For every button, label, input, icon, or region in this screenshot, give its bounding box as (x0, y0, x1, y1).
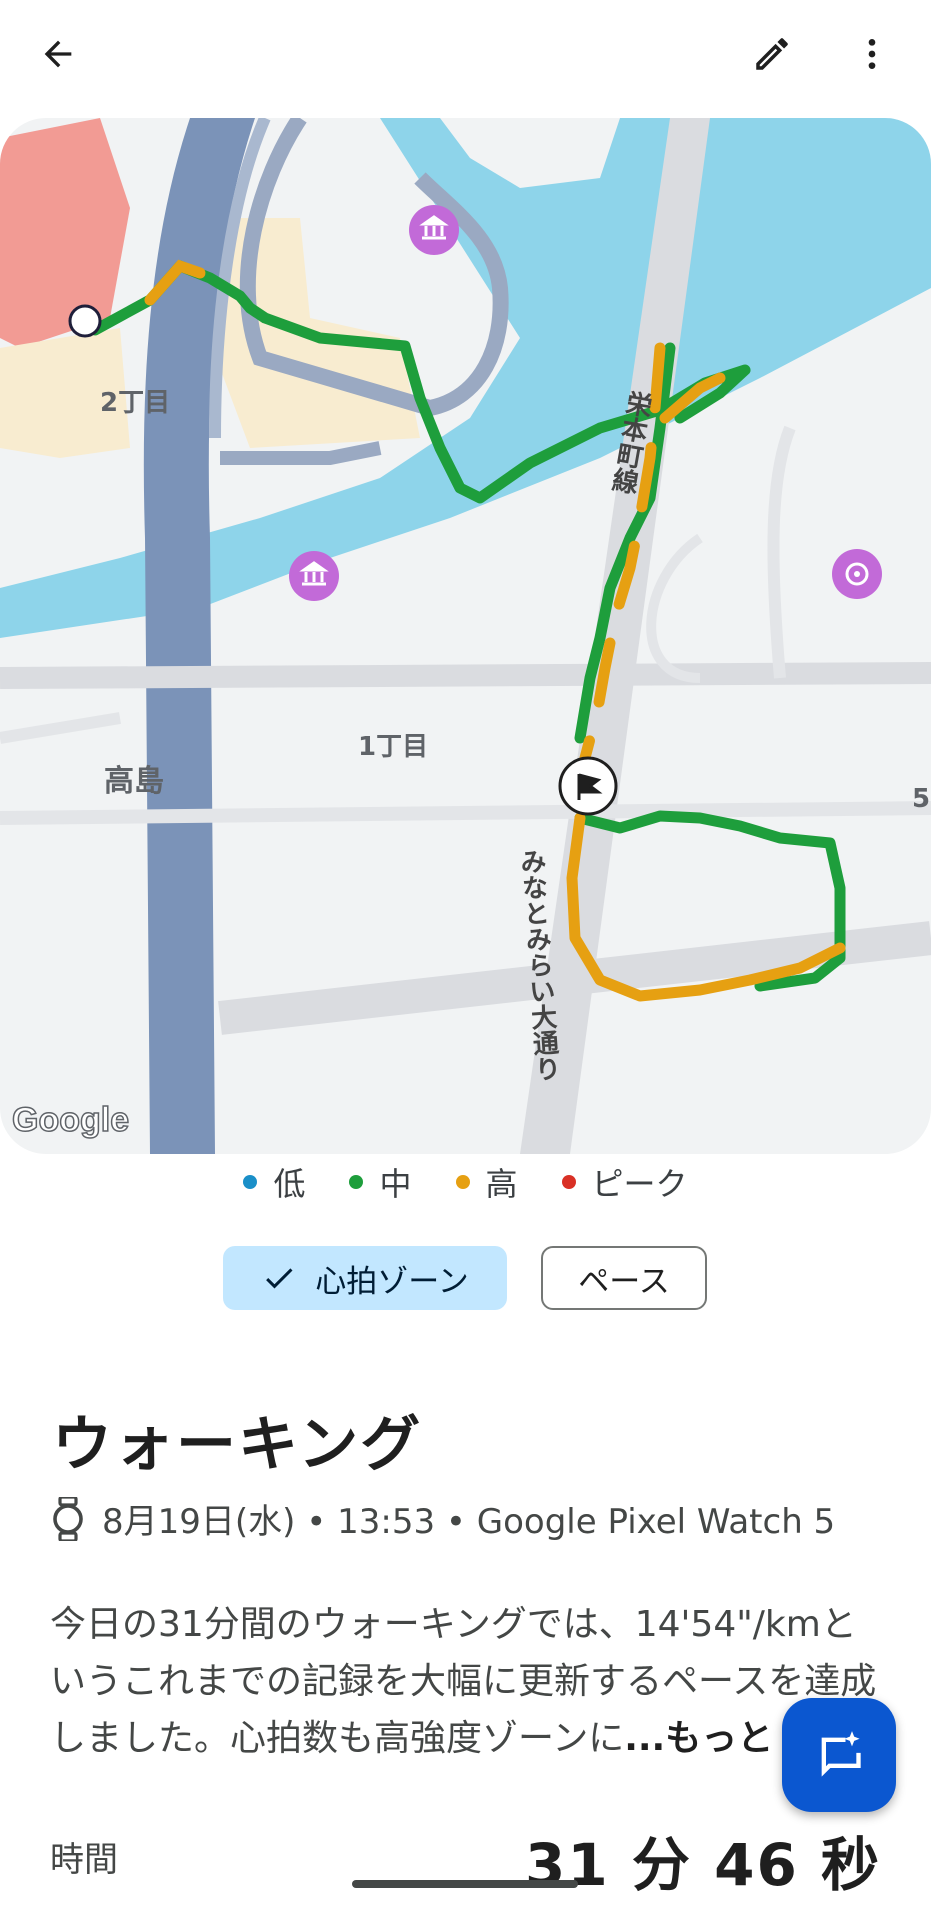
map-label-2chome: 2丁目 (100, 388, 171, 418)
attraction-poi-icon[interactable] (832, 549, 882, 599)
pace-chip[interactable]: ペース (541, 1246, 707, 1310)
google-attribution: Google (11, 1100, 130, 1140)
map-label-5: 5 (912, 784, 931, 814)
read-more-link[interactable]: ...もっと (624, 1718, 773, 1759)
legend-medium-dot (349, 1175, 364, 1189)
legend-medium-label: 中 (379, 1165, 412, 1203)
map-label-takashima: 高島 (104, 764, 164, 799)
more-options-button[interactable] (840, 22, 904, 86)
activity-meta: 8月19日(水) • 13:53 • Google Pixel Watch 5 (52, 1494, 835, 1543)
edit-button[interactable] (740, 22, 804, 86)
legend-low: 低 (243, 1160, 305, 1204)
back-button[interactable] (26, 22, 90, 86)
legend-peak: ピーク (561, 1160, 688, 1204)
duration-value: 31 分 46 秒 (524, 1831, 881, 1899)
ai-chat-fab[interactable] (782, 1698, 896, 1812)
activity-title: ウォーキング (52, 1410, 423, 1480)
heart-rate-zone-chip[interactable]: 心拍ゾーン (223, 1246, 507, 1310)
heart-rate-legend: 低 中 高 ピーク (0, 1160, 931, 1204)
activity-meta-text: 8月19日(水) • 13:53 • Google Pixel Watch 5 (102, 1502, 836, 1542)
chat-sparkle-icon (821, 1731, 861, 1777)
legend-high-label: 高 (485, 1165, 518, 1203)
duration-label: 時間 (50, 1840, 118, 1880)
map-label-1chome: 1丁目 (358, 732, 429, 762)
legend-peak-label: ピーク (591, 1165, 688, 1203)
legend-peak-dot (561, 1175, 576, 1189)
legend-high-dot (455, 1175, 470, 1189)
more-vert-icon (868, 39, 876, 69)
pencil-icon (756, 38, 788, 70)
legend-low-label: 低 (273, 1165, 306, 1203)
legend-high: 高 (455, 1160, 518, 1204)
home-indicator[interactable] (352, 1880, 578, 1888)
map-canvas (0, 118, 931, 1154)
arrow-back-icon (44, 40, 72, 68)
museum-poi-icon-2[interactable] (289, 551, 339, 601)
top-app-bar (0, 0, 931, 110)
legend-low-dot (243, 1175, 258, 1189)
pace-label: ペース (578, 1263, 670, 1300)
legend-medium: 中 (349, 1160, 412, 1204)
route-map[interactable]: 2丁目 1丁目 高島 栄本町線 みなとみらい大通り 5 Google (0, 118, 931, 1154)
heart-rate-zone-label: 心拍ゾーン (315, 1263, 469, 1300)
museum-poi-icon[interactable] (409, 205, 459, 255)
watch-icon (53, 1496, 83, 1541)
check-icon (266, 1268, 293, 1289)
activity-summary: 今日の31分間のウォーキングでは、14'54"/kmというこれまでの記録を大幅に… (50, 1596, 890, 1767)
